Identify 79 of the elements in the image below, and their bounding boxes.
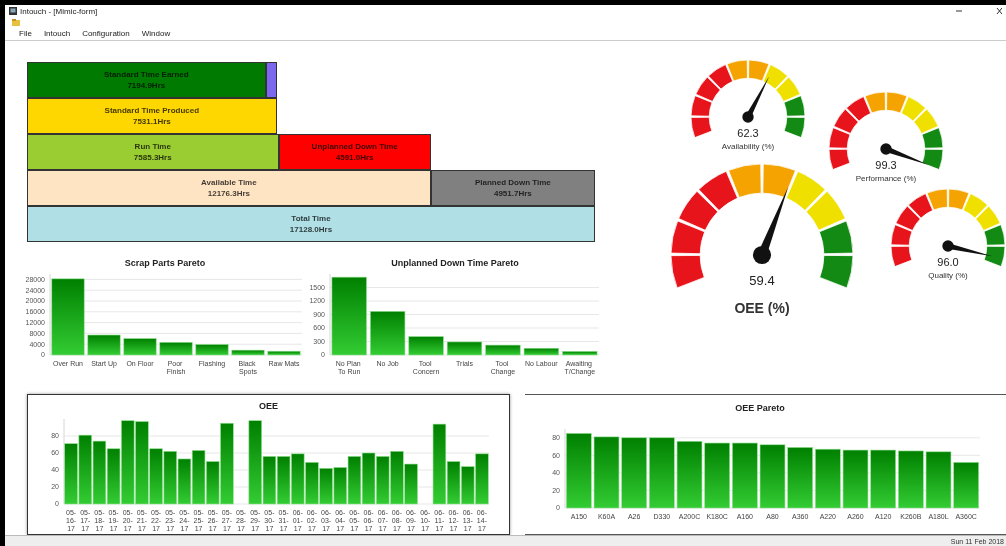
bar xyxy=(291,453,305,505)
menu-item[interactable]: File xyxy=(19,29,32,39)
bar-value: 4591.0Hrs xyxy=(335,152,374,164)
bar xyxy=(523,348,560,356)
bar xyxy=(408,336,444,356)
gauge-value: 62.3 xyxy=(736,127,760,140)
app-icon xyxy=(9,7,17,16)
folder-icon[interactable] xyxy=(12,19,20,27)
bar xyxy=(621,437,647,509)
bar xyxy=(376,456,390,505)
gauge-value: 96.0 xyxy=(936,256,960,269)
gauge-label: OEE (%) xyxy=(734,300,790,317)
bar xyxy=(390,451,404,505)
bar xyxy=(953,462,979,509)
bar xyxy=(898,450,924,509)
bar xyxy=(92,441,107,505)
bar xyxy=(305,462,319,505)
chart-title: Scrap Parts Pareto xyxy=(124,258,206,269)
bar-value: 7585.3Hrs xyxy=(133,152,172,164)
bar-value: 7531.1Hrs xyxy=(132,116,171,128)
bar xyxy=(485,345,521,356)
bar-label: Standard Time Earned xyxy=(103,69,189,81)
bar xyxy=(361,452,376,505)
gauge-label: Quality (%) xyxy=(928,271,968,281)
close-icon[interactable] xyxy=(996,7,1002,16)
bar xyxy=(404,463,418,505)
window-title: Intouch - [Mimic-form] xyxy=(20,6,99,16)
bar xyxy=(163,451,177,505)
bar xyxy=(704,442,730,509)
gauge-label: Performance (%) xyxy=(855,174,917,184)
bar-label: Unplanned Down Time xyxy=(311,141,398,153)
bar-value: 12176.3Hrs xyxy=(207,188,250,200)
chart-title: Unplanned Down Time Pareto xyxy=(391,258,519,269)
bar xyxy=(649,437,675,509)
bar xyxy=(461,466,475,505)
bar-value: 17128.0Hrs xyxy=(289,224,333,236)
bar xyxy=(78,435,92,505)
menu-item[interactable]: Intouch xyxy=(43,29,71,39)
bar xyxy=(562,351,598,356)
bar xyxy=(759,444,786,509)
bar-label: Available Time xyxy=(201,177,257,189)
bar-value: 7194.9Hrs xyxy=(127,80,166,92)
menu-item[interactable]: Configuration xyxy=(82,29,130,39)
bar xyxy=(319,468,333,505)
bar-label: Standard Time Produced xyxy=(104,105,200,117)
bar xyxy=(87,334,121,356)
bar xyxy=(787,447,813,509)
bar xyxy=(159,342,193,356)
bar-label: Total Time xyxy=(291,213,331,225)
bar-value: 4951.7Hrs xyxy=(493,188,532,200)
gauge-value: 59.4 xyxy=(748,273,776,289)
bar xyxy=(447,341,483,356)
bar xyxy=(195,344,229,356)
bar xyxy=(815,449,841,509)
bar xyxy=(64,443,78,505)
gauge-needle xyxy=(942,240,993,257)
bar xyxy=(475,453,489,505)
chart-title: OEE Pareto xyxy=(735,403,785,414)
bar xyxy=(347,456,362,505)
bar xyxy=(676,441,703,509)
chart-title: OEE xyxy=(259,401,278,412)
bar xyxy=(333,467,347,505)
bar xyxy=(870,450,896,509)
bar xyxy=(231,350,265,356)
gauge-label: Availability (%) xyxy=(721,142,775,152)
bar xyxy=(370,311,406,356)
bar xyxy=(123,338,157,356)
gauge-needle xyxy=(742,76,770,123)
bar-label: Planned Down Time xyxy=(474,177,551,189)
bar xyxy=(732,442,758,509)
menu-item[interactable]: Window xyxy=(141,29,171,39)
bar xyxy=(842,450,869,509)
bar-label: Run Time xyxy=(134,141,171,153)
bar xyxy=(267,351,301,356)
bar xyxy=(177,458,192,505)
bar xyxy=(925,451,952,509)
gauge-value: 99.3 xyxy=(874,159,898,172)
bar xyxy=(276,456,291,505)
bar xyxy=(191,450,206,505)
